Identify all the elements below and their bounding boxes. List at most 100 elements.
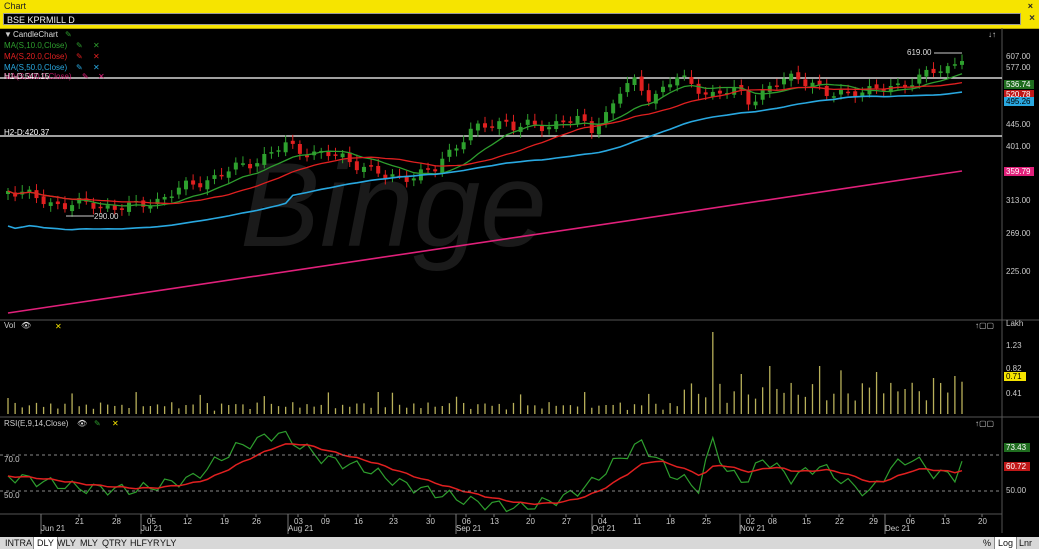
x-tick-label: 29 [869, 517, 878, 526]
time-axis: Jun 2121 28 05Jul 2112 19 26 03Aug 2109 16 23 30… [40, 514, 987, 534]
volume-tag: 0.71 [1006, 372, 1022, 381]
close-icon[interactable]: × [1028, 0, 1033, 12]
legend-ma20: MA(S,20.0,Close) [4, 52, 67, 61]
candle-body [639, 76, 644, 91]
month-label: Oct 21 [592, 524, 616, 533]
rsi-right-axis-label: 50.00 [1006, 486, 1027, 495]
candle-body [433, 169, 438, 172]
candle-body [41, 196, 46, 205]
low-annotation: 290.00 [94, 212, 119, 221]
candle-body [931, 68, 936, 74]
log-scale-button[interactable]: Log [994, 537, 1018, 549]
candle-body [248, 163, 253, 169]
volume-axis-label: 1.23 [1006, 341, 1022, 350]
x-tick-label: 18 [666, 517, 675, 526]
remove-icon[interactable]: ✕ [98, 72, 105, 81]
candle-body [782, 78, 787, 85]
remove-icon[interactable]: ✕ [112, 419, 119, 428]
edit-pencil-icon[interactable]: ✎ [76, 63, 83, 72]
candle-body [767, 85, 772, 92]
high-annotation: 619.00 [907, 48, 932, 57]
watermark: Binge [240, 138, 547, 272]
remove-icon[interactable]: ✕ [93, 52, 100, 61]
tab-qtry[interactable]: QTRY [99, 537, 130, 549]
candle-body [838, 89, 843, 95]
candle-body [952, 64, 957, 66]
candle-body [233, 162, 238, 170]
candle-body [91, 202, 96, 209]
tab-yly[interactable]: YLY [157, 537, 179, 549]
candle-body [483, 123, 487, 128]
volume-axis: 1.230.820.41 [1006, 341, 1022, 398]
scroll-arrows-icon[interactable]: ↓↑ [988, 30, 996, 39]
edit-pencil-icon[interactable]: ✎ [65, 30, 72, 39]
candle-body [682, 75, 687, 77]
panel-controls-icon[interactable]: ↑▢▢ [975, 321, 994, 330]
candle-body [212, 175, 217, 179]
price-axis-label: 607.00 [1006, 52, 1031, 61]
linear-scale-button[interactable]: Lnr [1016, 537, 1035, 549]
x-tick-label: 20 [526, 517, 535, 526]
x-tick-label: 15 [802, 517, 811, 526]
candle-body [696, 83, 701, 94]
candle-body [290, 140, 295, 144]
candle-body [191, 180, 196, 185]
x-tick-label: 20 [978, 517, 987, 526]
rsi-line [7, 430, 963, 513]
tab-mly[interactable]: MLY [77, 537, 101, 549]
candle-body [127, 202, 132, 212]
remove-icon[interactable]: ✕ [93, 41, 100, 50]
percent-scale-button[interactable]: % [980, 537, 994, 549]
eye-icon[interactable]: 👁 [77, 419, 87, 428]
candle-body [760, 90, 765, 100]
symbol-input[interactable]: BSE KPRMILL D [3, 13, 1021, 25]
candle-body [169, 196, 174, 198]
tab-intra[interactable]: INTRA [2, 537, 35, 549]
price-axis-label: 445.00 [1006, 120, 1031, 129]
panel-controls-icon[interactable]: ↑▢▢ [975, 419, 994, 428]
candle-body [162, 196, 167, 200]
candle-body [753, 101, 758, 106]
x-tick-label: 12 [183, 517, 192, 526]
candle-body [846, 91, 851, 94]
chart-canvas[interactable]: Binge ▼ CandleChart ✎ MA(S,10.0,Close) ✎… [0, 28, 1039, 537]
candle-body [340, 153, 345, 158]
candle-body [48, 202, 53, 206]
eye-icon[interactable]: 👁 [21, 321, 31, 330]
price-axis-label: 577.00 [1006, 63, 1031, 72]
legend-volume: Vol [4, 321, 15, 330]
candle-body [333, 154, 338, 156]
candle-body [269, 152, 274, 154]
candle-body [575, 115, 580, 124]
tab-wly[interactable]: WLY [54, 537, 79, 549]
edit-pencil-icon[interactable]: ✎ [82, 72, 89, 81]
candle-body [789, 73, 794, 81]
candle-body [447, 149, 452, 157]
candle-body [198, 183, 203, 188]
candle-body [710, 91, 715, 97]
rsi-lines [7, 430, 963, 513]
candle-body [119, 208, 124, 210]
close-chart-icon[interactable]: × [1029, 13, 1035, 24]
candle-body [376, 165, 381, 174]
edit-pencil-icon[interactable]: ✎ [94, 419, 101, 428]
edit-pencil-icon[interactable]: ✎ [76, 41, 83, 50]
legend-ma50: MA(S,50.0,Close) [4, 63, 67, 72]
remove-icon[interactable]: ✕ [55, 322, 62, 331]
rsi-level-70-label: 70.0 [4, 455, 20, 464]
candle-body [468, 128, 473, 141]
remove-icon[interactable]: ✕ [93, 63, 100, 72]
candle-body [604, 112, 609, 123]
legend-h2-level: H2-D:420.37 [4, 128, 50, 137]
candle-body [568, 121, 573, 123]
candle-body [219, 174, 224, 177]
rsi-signal-tag: 60.72 [1006, 462, 1027, 471]
candle-body [297, 144, 302, 154]
candle-body [276, 150, 281, 152]
rsi-level-50-label: 50.0 [4, 491, 20, 500]
candle-body [426, 168, 431, 170]
candle-body [347, 152, 352, 163]
edit-pencil-icon[interactable]: ✎ [76, 52, 83, 61]
candle-body [561, 120, 566, 123]
panel-toggle-icon[interactable]: ▼ [4, 30, 12, 39]
